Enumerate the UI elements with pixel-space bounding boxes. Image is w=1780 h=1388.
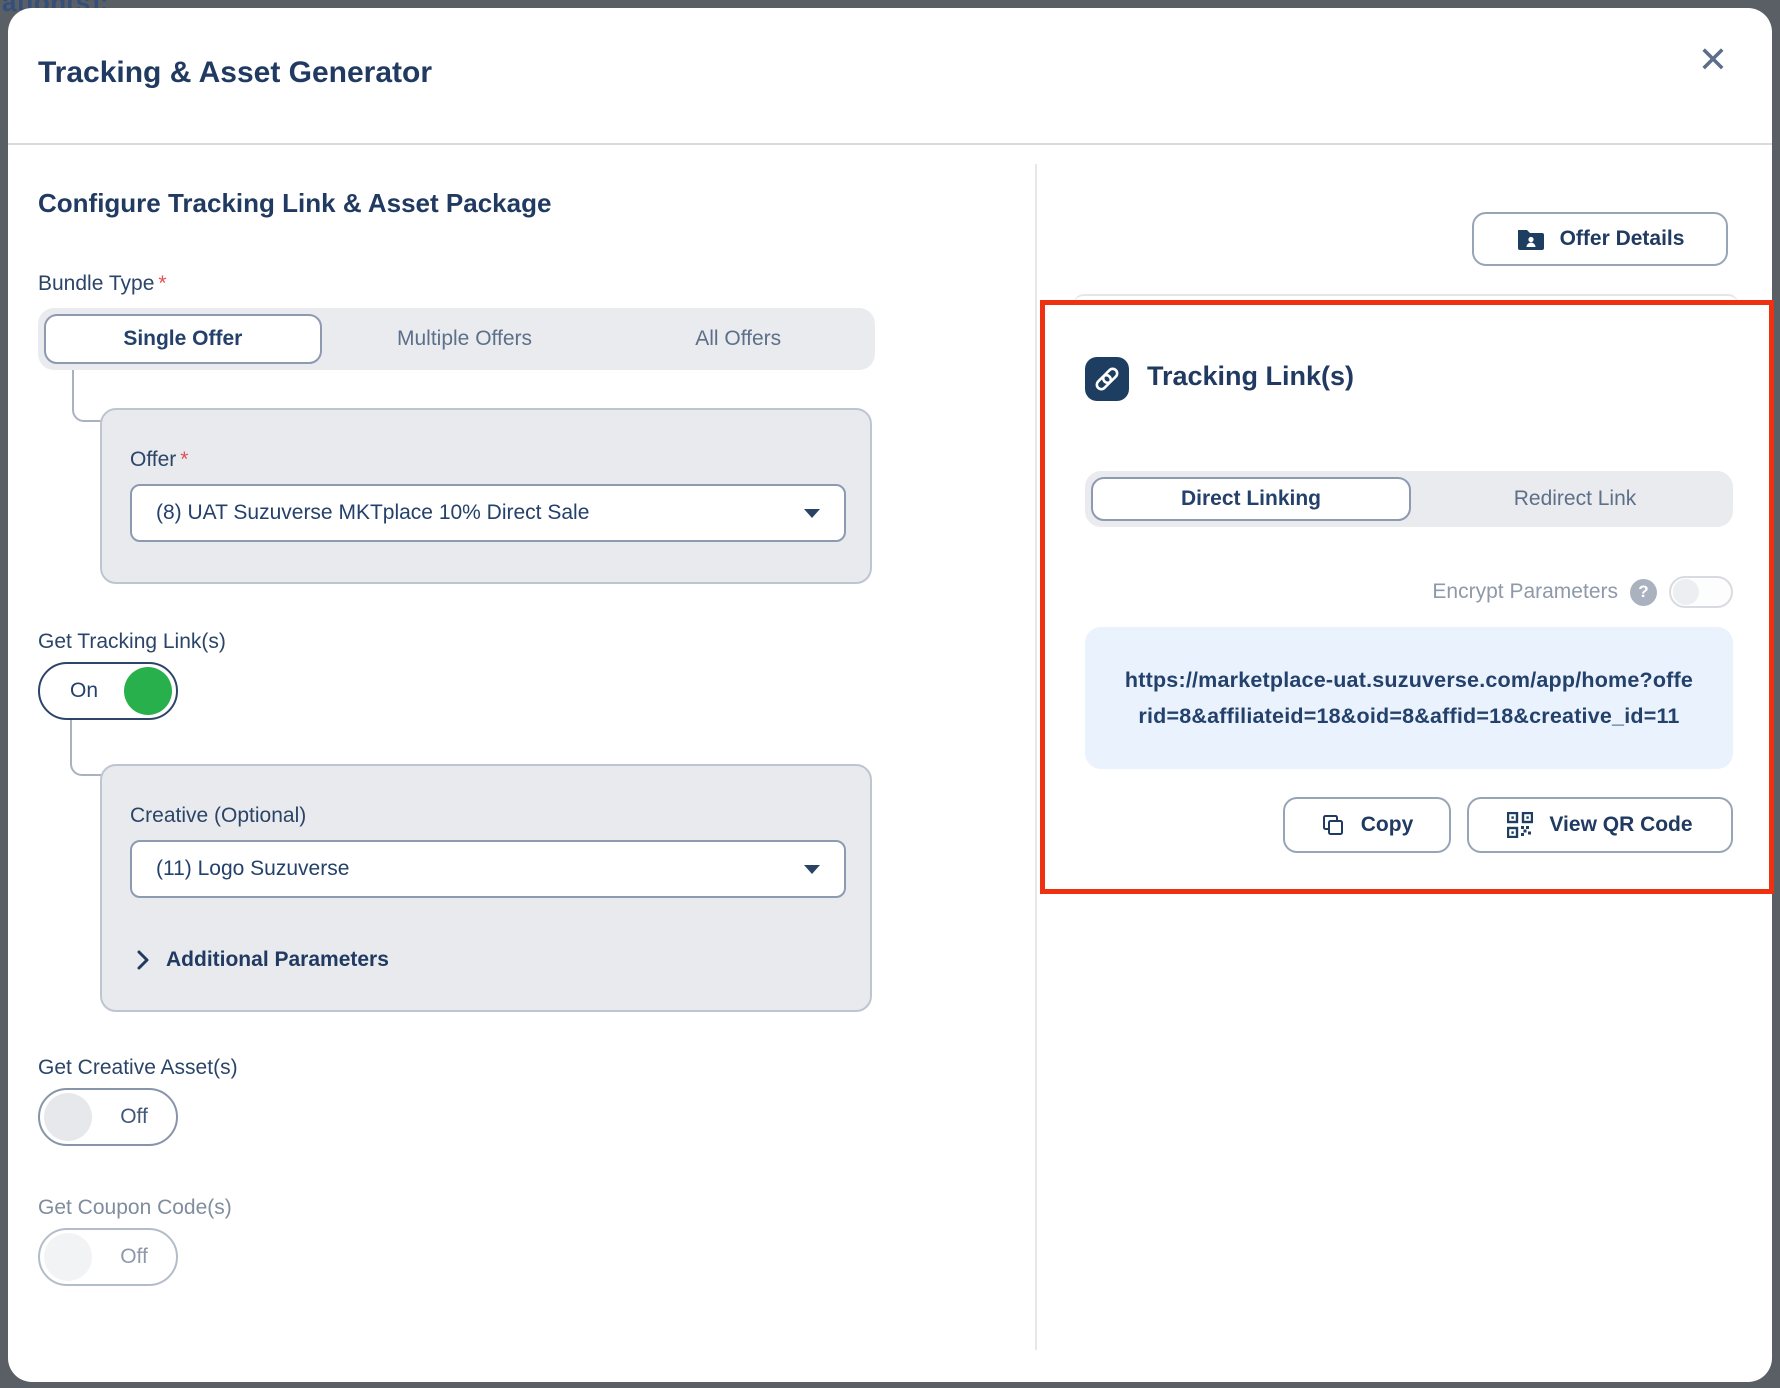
required-asterisk: * (158, 272, 166, 295)
offer-details-label: Offer Details (1560, 227, 1685, 251)
bundle-type-segmented-control: Single Offer Multiple Offers All Offers (38, 308, 875, 370)
toggle-knob (124, 667, 172, 715)
toggle-knob (44, 1233, 92, 1281)
creative-label: Creative (Optional) (130, 804, 306, 828)
toggle-state-text: Off (120, 1105, 148, 1129)
creative-select-value: (11) Logo Suzuverse (156, 857, 349, 881)
tab-direct-linking[interactable]: Direct Linking (1091, 477, 1411, 521)
close-icon[interactable]: ✕ (1698, 42, 1728, 78)
chevron-down-icon (804, 509, 820, 518)
tracking-links-heading: Tracking Link(s) (1147, 361, 1354, 392)
bundle-type-label-text: Bundle Type (38, 272, 154, 295)
creative-select[interactable]: (11) Logo Suzuverse (130, 840, 846, 898)
toggle-knob (44, 1093, 92, 1141)
column-divider (1035, 164, 1037, 1350)
copy-icon (1321, 813, 1345, 837)
red-annotation-box: Tracking Link(s) Direct Linking Redirect… (1040, 300, 1774, 894)
help-icon[interactable]: ? (1630, 579, 1657, 606)
offer-label: Offer* (130, 448, 188, 472)
encrypt-parameters-row: Encrypt Parameters ? (1432, 573, 1733, 611)
chevron-right-icon (136, 949, 150, 971)
copy-label: Copy (1361, 813, 1414, 837)
encrypt-parameters-label: Encrypt Parameters (1432, 580, 1618, 604)
segment-single-offer[interactable]: Single Offer (44, 314, 322, 364)
modal-header: Tracking & Asset Generator ✕ (8, 8, 1772, 145)
toggle-state-text: On (70, 679, 98, 703)
get-coupon-codes-label: Get Coupon Code(s) (38, 1196, 232, 1220)
get-tracking-links-label: Get Tracking Link(s) (38, 630, 226, 654)
tab-redirect-link[interactable]: Redirect Link (1417, 471, 1733, 527)
segment-all-offers[interactable]: All Offers (601, 308, 875, 370)
additional-parameters-expander[interactable]: Additional Parameters (136, 948, 389, 972)
tracking-url-line-2: rid=8&affiliateid=18&oid=8&affid=18&crea… (1138, 699, 1679, 733)
copy-button[interactable]: Copy (1283, 797, 1451, 853)
tracking-url-line-1: https://marketplace-uat.suzuverse.com/ap… (1125, 663, 1693, 697)
toggle-state-text: Off (120, 1245, 148, 1269)
connector-toggle-to-creative (70, 720, 102, 776)
offer-select-value: (8) UAT Suzuverse MKTplace 10% Direct Sa… (156, 501, 589, 525)
offer-label-text: Offer (130, 448, 176, 471)
get-creative-assets-label: Get Creative Asset(s) (38, 1056, 238, 1080)
segment-multiple-offers[interactable]: Multiple Offers (328, 308, 602, 370)
view-qr-label: View QR Code (1549, 813, 1692, 837)
offer-panel: Offer* (8) UAT Suzuverse MKTplace 10% Di… (100, 408, 872, 584)
get-creative-assets-toggle[interactable]: Off (38, 1088, 178, 1146)
bundle-type-label: Bundle Type* (38, 272, 167, 296)
required-asterisk: * (180, 448, 188, 471)
creative-panel: Creative (Optional) (11) Logo Suzuverse … (100, 764, 872, 1012)
offer-select[interactable]: (8) UAT Suzuverse MKTplace 10% Direct Sa… (130, 484, 846, 542)
tracking-asset-generator-modal: Tracking & Asset Generator ✕ Configure T… (8, 8, 1772, 1382)
modal-title: Tracking & Asset Generator (38, 56, 432, 90)
link-icon (1085, 357, 1129, 401)
offer-details-button[interactable]: Offer Details (1472, 212, 1728, 266)
configure-section-heading: Configure Tracking Link & Asset Package (38, 188, 551, 219)
get-tracking-links-toggle[interactable]: On (38, 662, 178, 720)
link-type-segmented-control: Direct Linking Redirect Link (1085, 471, 1733, 527)
additional-parameters-label: Additional Parameters (166, 948, 389, 972)
encrypt-parameters-toggle[interactable] (1669, 576, 1733, 608)
chevron-down-icon (804, 865, 820, 874)
get-coupon-codes-toggle[interactable]: Off (38, 1228, 178, 1286)
qr-code-icon (1507, 812, 1533, 838)
view-qr-code-button[interactable]: View QR Code (1467, 797, 1733, 853)
toggle-knob (1673, 579, 1699, 605)
tracking-url-box: https://marketplace-uat.suzuverse.com/ap… (1085, 627, 1733, 769)
link-action-buttons: Copy (1283, 797, 1733, 853)
folder-user-icon (1516, 227, 1544, 251)
